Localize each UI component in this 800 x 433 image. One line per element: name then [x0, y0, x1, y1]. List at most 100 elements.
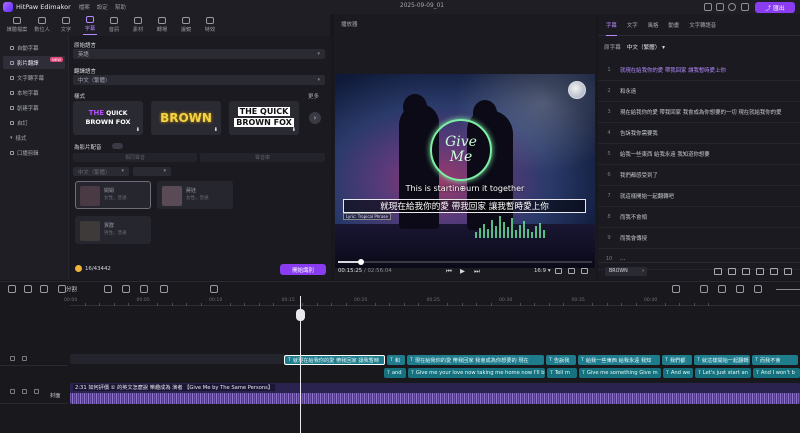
- notification-icon[interactable]: [716, 3, 724, 11]
- delete-icon[interactable]: [40, 285, 48, 293]
- split-button[interactable]: 分割: [66, 285, 77, 293]
- style-sample-3[interactable]: THE QUICK BROWN FOX ⬇: [229, 101, 299, 135]
- more-icon[interactable]: [784, 268, 792, 275]
- tool-text[interactable]: 文字: [56, 14, 76, 36]
- subtitle-row[interactable]: 7 就這樣開始一起翻轉吧: [598, 186, 800, 207]
- subtitle-overlay[interactable]: 就現在給我你的愛 帶我回家 讓我暫時愛上你: [343, 199, 586, 213]
- freeze-icon[interactable]: [210, 285, 218, 293]
- voice-lang-select[interactable]: 中文（繁體） ▾: [73, 167, 129, 176]
- lock-icon[interactable]: [10, 355, 15, 361]
- subtitle-row[interactable]: 5 給我一些東西 給我永遠 我知道你想要: [598, 144, 800, 165]
- save-icon[interactable]: [704, 3, 712, 11]
- start-recognition-button[interactable]: 開始識別: [280, 264, 326, 275]
- subtitle-clip[interactable]: T Let's just start an: [695, 368, 751, 378]
- crop-icon[interactable]: [140, 285, 148, 293]
- merge-icon[interactable]: [714, 268, 722, 275]
- video-preview[interactable]: Give Me This is startin⊕urn it together …: [335, 74, 595, 268]
- next-frame-icon[interactable]: ⏭: [474, 267, 480, 276]
- subtitle-clip[interactable]: T 現在給我你的愛 帶我回家 我會成為你想要的 現在: [407, 355, 544, 365]
- export-button[interactable]: ⤴ 匯出: [755, 2, 795, 13]
- voice-card-1[interactable]: 娟娟 女性，普通: [75, 181, 151, 209]
- text-tool-icon[interactable]: [122, 285, 130, 293]
- subtitle-clip[interactable]: T Give me something Give m: [579, 368, 661, 378]
- voice-library-tab[interactable]: 聲音庫: [200, 153, 325, 162]
- tab-animation[interactable]: 動畫: [668, 21, 679, 29]
- window-layout-icon[interactable]: [741, 3, 749, 11]
- zoom-out-icon[interactable]: [754, 285, 762, 293]
- cover-label[interactable]: 封面: [50, 392, 60, 399]
- tab-tts[interactable]: 文字轉語音: [689, 21, 716, 29]
- sidebar-item-text-to-subtitles[interactable]: 文字轉字幕: [3, 71, 65, 84]
- tab-subtitles[interactable]: 字幕: [606, 21, 617, 36]
- subtitle-clip[interactable]: T 就這樣開始一起翻轉: [694, 355, 750, 365]
- sidebar-item-custom[interactable]: 自訂: [3, 116, 65, 129]
- voice-card-2[interactable]: 蔣娃 女性，普通: [157, 181, 233, 209]
- mute-icon[interactable]: [34, 388, 39, 394]
- delete-icon[interactable]: [770, 268, 778, 275]
- search-icon[interactable]: [756, 268, 764, 275]
- subtitle-clip[interactable]: T 給我一些東西 給我永遠 我知: [578, 355, 660, 365]
- aspect-ratio-select[interactable]: 16:9 ▾: [534, 268, 551, 274]
- style-sample-2[interactable]: BROWN ⬇: [151, 101, 221, 135]
- tab-text[interactable]: 文字: [627, 21, 638, 29]
- subtitle-row[interactable]: 6 我們都感受到了: [598, 165, 800, 186]
- split-icon[interactable]: [58, 285, 66, 293]
- eye-icon[interactable]: [22, 388, 27, 394]
- quality-icon[interactable]: [568, 268, 575, 274]
- menu-help[interactable]: 幫助: [115, 3, 126, 11]
- sidebar-item-auto-subtitles[interactable]: 自動字幕: [3, 41, 65, 54]
- sidebar-item-video-translate[interactable]: 影片翻譯 NEW: [3, 56, 65, 69]
- time-ruler[interactable]: 00:00 00:05 00:10 00:15 00:20 00:25 00:30 00:35…: [64, 296, 800, 306]
- subtitle-row[interactable]: 4 告訴我你需要我: [598, 123, 800, 144]
- playback-progress[interactable]: [338, 259, 592, 265]
- lock-icon[interactable]: [10, 388, 15, 394]
- play-icon[interactable]: ▶: [460, 267, 465, 275]
- tool-effects[interactable]: 特效: [200, 14, 220, 36]
- account-icon[interactable]: [728, 3, 736, 11]
- tool-audio[interactable]: 音訊: [104, 14, 124, 36]
- speed-icon[interactable]: [160, 285, 168, 293]
- subtitle-clip[interactable]: T 告訴我: [546, 355, 576, 365]
- snap-icon[interactable]: [718, 285, 726, 293]
- snapshot-icon[interactable]: [555, 268, 562, 274]
- video-clip[interactable]: 2:31 如何評價 ① 的英文怎麼說 樂趣成為 演者 【Give Me by T…: [70, 383, 800, 404]
- progress-handle[interactable]: [357, 259, 364, 265]
- tool-avatar[interactable]: 數位人: [32, 14, 52, 36]
- undo-icon[interactable]: [8, 285, 16, 293]
- dub-toggle[interactable]: [112, 143, 123, 149]
- font-select[interactable]: BROWN ›: [605, 267, 647, 276]
- subtitle-row[interactable]: 9 而我會傳授: [598, 228, 800, 249]
- subtitle-row[interactable]: 2 和永遠: [598, 81, 800, 102]
- same-voice-tab[interactable]: 相同聲音: [73, 153, 197, 162]
- source-lang-select[interactable]: 英語 ▾: [73, 49, 325, 59]
- next-styles-icon[interactable]: ›: [309, 112, 321, 124]
- subtitle-lang-select[interactable]: 中文（繁體） ▾: [627, 43, 665, 51]
- menu-file[interactable]: 檔案: [79, 3, 90, 11]
- split-subtitle-icon[interactable]: [728, 268, 736, 275]
- subtitle-clip[interactable]: Tand: [384, 368, 406, 378]
- auto-ripple-icon[interactable]: [736, 285, 744, 293]
- sidebar-item-styles[interactable]: ▾ 樣式: [3, 131, 65, 144]
- subtitle-clip[interactable]: T And we: [663, 368, 693, 378]
- playhead-handle[interactable]: [296, 309, 305, 321]
- subtitle-clip[interactable]: T Tell m: [547, 368, 577, 378]
- sidebar-item-speech-edit[interactable]: 口播剪輯: [3, 146, 65, 159]
- sidebar-item-create-subtitles[interactable]: 創建字幕: [3, 101, 65, 114]
- tool-media[interactable]: 媒體檔案: [6, 14, 28, 36]
- fullscreen-icon[interactable]: [581, 268, 588, 274]
- style-sample-1[interactable]: THE QUICK BROWN FOX ⬇: [73, 101, 143, 135]
- target-lang-select[interactable]: 中文（繁體） ▾: [73, 75, 325, 85]
- tool-assets[interactable]: 素材: [128, 14, 148, 36]
- zoom-slider[interactable]: [776, 289, 800, 290]
- more-styles-link[interactable]: 更多: [308, 92, 319, 100]
- sidebar-item-local-subtitles[interactable]: 本地字幕: [3, 86, 65, 99]
- subtitle-clip[interactable]: T Give me your love now taking me home no…: [408, 368, 545, 378]
- add-subtitle-icon[interactable]: [742, 268, 750, 275]
- subtitle-row[interactable]: 3 現在給我你的愛 帶我回家 我會成為你想要的一切 現在就給我你的愛: [598, 102, 800, 123]
- redo-icon[interactable]: [24, 285, 32, 293]
- voice-filter-select[interactable]: ▾: [133, 167, 171, 176]
- subtitle-clip[interactable]: T 我們都: [662, 355, 692, 365]
- source-subtitle-label[interactable]: 原字幕: [604, 43, 621, 51]
- subtitle-clip[interactable]: T And I won't b: [753, 368, 800, 378]
- subtitle-clip[interactable]: T 而我不會: [752, 355, 798, 365]
